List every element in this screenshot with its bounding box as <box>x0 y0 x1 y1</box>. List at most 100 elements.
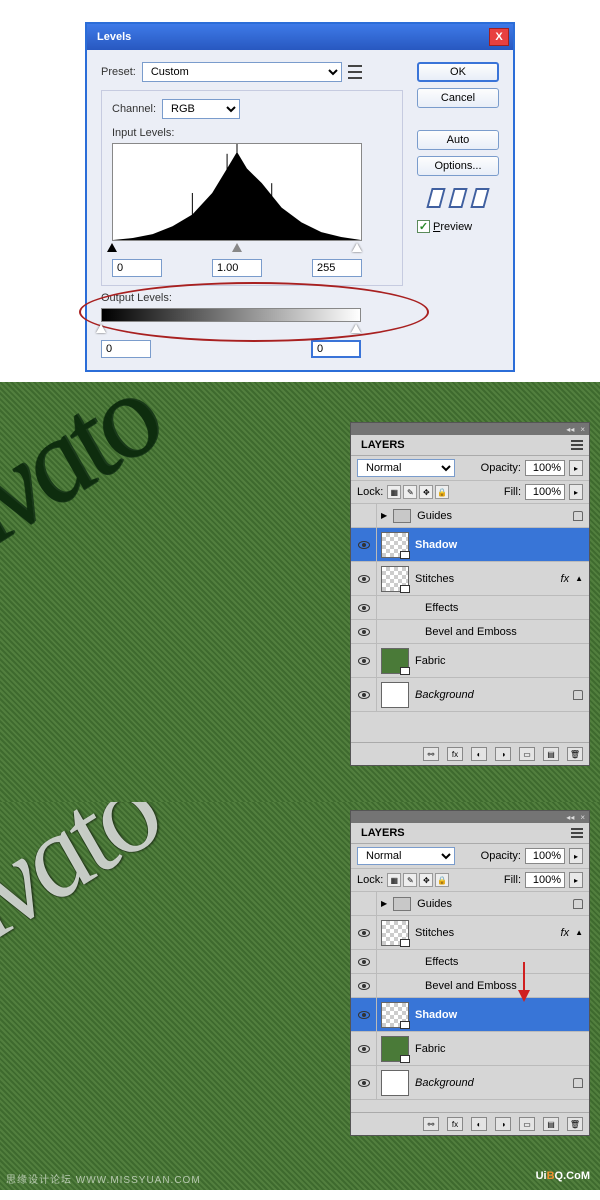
white-point-slider[interactable] <box>352 243 362 252</box>
adjustment-layer-icon[interactable]: ◑ <box>495 1117 511 1131</box>
fill-input[interactable] <box>525 484 565 500</box>
smartobject-badge-icon <box>400 551 410 559</box>
opacity-arrow[interactable]: ▸ <box>569 460 583 476</box>
blend-mode-select[interactable]: Normal <box>357 459 455 477</box>
visibility-eye-icon[interactable] <box>358 628 370 636</box>
close-x-icon[interactable]: × <box>580 425 585 434</box>
layer-group-guides[interactable]: ▶Guides <box>351 892 589 916</box>
visibility-eye-icon[interactable] <box>358 604 370 612</box>
titlebar[interactable]: Levels X <box>87 24 513 50</box>
layer-style-icon[interactable]: fx <box>447 1117 463 1131</box>
visibility-eye-icon[interactable] <box>358 1079 370 1087</box>
lock-label: Lock: <box>357 874 383 886</box>
output-slider[interactable] <box>101 324 351 334</box>
lock-position-icon[interactable]: ✥ <box>419 873 433 887</box>
expand-icon[interactable]: ▶ <box>381 511 387 520</box>
visibility-eye-icon[interactable] <box>358 1045 370 1053</box>
lock-all-icon[interactable]: 🔒 <box>435 485 449 499</box>
output-white-slider-left[interactable] <box>96 324 106 333</box>
new-group-icon[interactable]: ▭ <box>519 1117 535 1131</box>
new-group-icon[interactable]: ▭ <box>519 747 535 761</box>
lock-paint-icon[interactable]: ✎ <box>403 485 417 499</box>
collapse-effects-icon[interactable]: ▲ <box>575 574 583 583</box>
output-white-field[interactable] <box>311 340 361 358</box>
fill-arrow[interactable]: ▸ <box>569 872 583 888</box>
layer-mask-icon[interactable]: ◐ <box>471 747 487 761</box>
effects-row[interactable]: Effects <box>351 596 589 620</box>
layer-fabric[interactable]: Fabric <box>351 644 589 678</box>
black-eyedropper-icon[interactable] <box>426 188 445 208</box>
collapse-effects-icon[interactable]: ▲ <box>575 928 583 937</box>
lock-transparency-icon[interactable]: ▦ <box>387 485 401 499</box>
effect-bevel-emboss[interactable]: Bevel and Emboss <box>351 620 589 644</box>
visibility-eye-icon[interactable] <box>358 575 370 583</box>
effect-bevel-emboss[interactable]: Bevel and Emboss <box>351 974 589 998</box>
cancel-button[interactable]: Cancel <box>417 88 499 108</box>
close-button[interactable]: X <box>489 28 509 46</box>
layer-background[interactable]: Background <box>351 678 589 712</box>
input-white-field[interactable] <box>312 259 362 277</box>
output-white-slider-right[interactable] <box>351 324 361 333</box>
delete-layer-icon[interactable]: 🗑 <box>567 1117 583 1131</box>
opacity-label: Opacity: <box>481 462 521 474</box>
options-button[interactable]: Options... <box>417 156 499 176</box>
link-layers-icon[interactable]: ⚯ <box>423 1117 439 1131</box>
layer-background[interactable]: Background <box>351 1066 589 1100</box>
delete-layer-icon[interactable]: 🗑 <box>567 747 583 761</box>
lock-position-icon[interactable]: ✥ <box>419 485 433 499</box>
visibility-eye-icon[interactable] <box>358 691 370 699</box>
close-x-icon[interactable]: × <box>580 813 585 822</box>
link-layers-icon[interactable]: ⚯ <box>423 747 439 761</box>
layer-mask-icon[interactable]: ◐ <box>471 1117 487 1131</box>
layer-shadow[interactable]: Shadow <box>351 528 589 562</box>
visibility-eye-icon[interactable] <box>358 958 370 966</box>
layer-stitches[interactable]: Stitches fx▲ <box>351 916 589 950</box>
visibility-eye-icon[interactable] <box>358 1011 370 1019</box>
layer-style-icon[interactable]: fx <box>447 747 463 761</box>
preview-checkbox[interactable]: ✓ <box>417 220 430 233</box>
layers-tab[interactable]: LAYERS <box>357 825 409 841</box>
layer-stitches[interactable]: Stitches fx▲ <box>351 562 589 596</box>
preset-menu-icon[interactable] <box>348 65 362 79</box>
visibility-eye-icon[interactable] <box>358 541 370 549</box>
preset-select[interactable]: Custom <box>142 62 342 82</box>
input-slider[interactable] <box>112 243 362 253</box>
gray-eyedropper-icon[interactable] <box>448 188 467 208</box>
opacity-input[interactable] <box>525 460 565 476</box>
opacity-label: Opacity: <box>481 850 521 862</box>
effects-row[interactable]: Effects <box>351 950 589 974</box>
expand-icon[interactable]: ▶ <box>381 899 387 908</box>
opacity-arrow[interactable]: ▸ <box>569 848 583 864</box>
adjustment-layer-icon[interactable]: ◑ <box>495 747 511 761</box>
layer-fabric[interactable]: Fabric <box>351 1032 589 1066</box>
panel-menu-icon[interactable] <box>571 828 583 838</box>
visibility-eye-icon[interactable] <box>358 657 370 665</box>
visibility-eye-icon[interactable] <box>358 982 370 990</box>
opacity-input[interactable] <box>525 848 565 864</box>
panel-collapse-bar[interactable]: ◂◂× <box>351 423 589 435</box>
input-black-field[interactable] <box>112 259 162 277</box>
layer-thumbnail <box>381 682 409 708</box>
layers-tab[interactable]: LAYERS <box>357 437 409 453</box>
blend-mode-select[interactable]: Normal <box>357 847 455 865</box>
panel-menu-icon[interactable] <box>571 440 583 450</box>
layer-shadow[interactable]: Shadow <box>351 998 589 1032</box>
layer-group-guides[interactable]: ▶Guides <box>351 504 589 528</box>
auto-button[interactable]: Auto <box>417 130 499 150</box>
visibility-eye-icon[interactable] <box>358 929 370 937</box>
gray-point-slider[interactable] <box>232 243 242 252</box>
output-black-field[interactable] <box>101 340 151 358</box>
new-layer-icon[interactable]: ▤ <box>543 747 559 761</box>
lock-all-icon[interactable]: 🔒 <box>435 873 449 887</box>
input-gamma-field[interactable] <box>212 259 262 277</box>
new-layer-icon[interactable]: ▤ <box>543 1117 559 1131</box>
white-eyedropper-icon[interactable] <box>470 188 489 208</box>
lock-transparency-icon[interactable]: ▦ <box>387 873 401 887</box>
fill-arrow[interactable]: ▸ <box>569 484 583 500</box>
fill-input[interactable] <box>525 872 565 888</box>
channel-select[interactable]: RGB <box>162 99 240 119</box>
ok-button[interactable]: OK <box>417 62 499 82</box>
black-point-slider[interactable] <box>107 243 117 252</box>
panel-collapse-bar[interactable]: ◂◂× <box>351 811 589 823</box>
lock-paint-icon[interactable]: ✎ <box>403 873 417 887</box>
